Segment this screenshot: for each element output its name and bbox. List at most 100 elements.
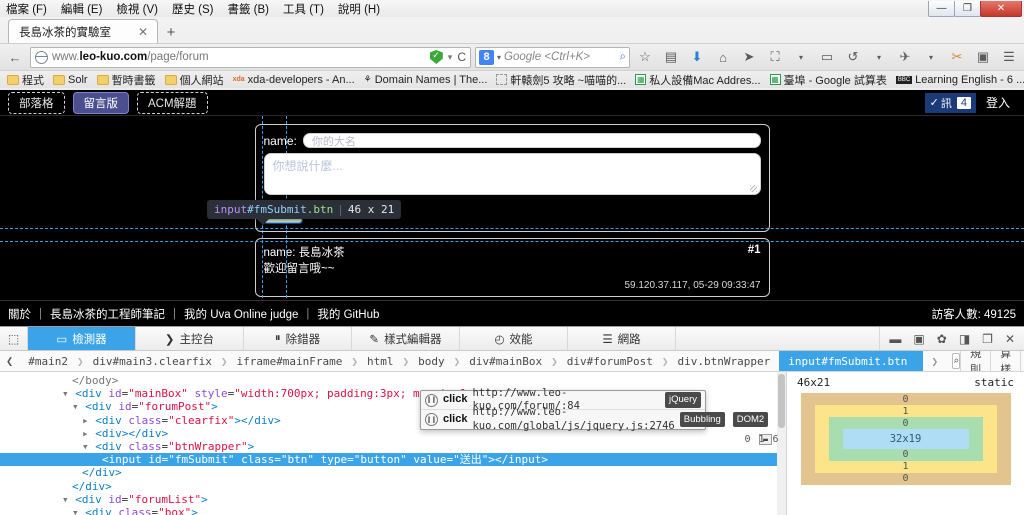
share-button[interactable]: ✓ 訊 4 <box>924 92 976 113</box>
clip-icon[interactable]: ⛶ <box>764 46 786 68</box>
resize-grip-icon[interactable] <box>749 185 757 192</box>
screenshot-icon[interactable]: ▣ <box>913 332 924 346</box>
event-listener-row[interactable]: ❙❙ click http://www.leo-kuo.com/global/j… <box>421 406 769 432</box>
close-icon[interactable]: ✕ <box>1005 332 1015 346</box>
pin-icon[interactable]: ✈ <box>894 46 916 68</box>
home-icon[interactable]: ⌂ <box>712 46 734 68</box>
bookmark-item[interactable]: 個人網站 <box>162 72 227 88</box>
markup-line-selected[interactable]: <input id="fmSubmit" class="btn" type="b… <box>0 453 786 467</box>
menu-item-file[interactable]: 檔案 (F) <box>6 1 47 17</box>
markup-line[interactable]: </div> <box>0 480 786 493</box>
browser-tab[interactable]: 長島冰茶的實驗室 ✕ <box>8 19 158 43</box>
download-icon[interactable]: ⬇ <box>686 46 708 68</box>
markup-line[interactable]: </body> <box>0 374 786 387</box>
close-window-button[interactable]: ✕ <box>980 1 1022 17</box>
bookmark-item[interactable]: 軒轅劍5 攻略 ~喵喵的... <box>493 72 629 88</box>
tab-console[interactable]: ❯ 主控台 <box>136 327 244 350</box>
border-bottom-value[interactable]: 1 <box>815 461 997 472</box>
tab-debugger[interactable]: ⏸ 除錯器 <box>244 327 352 350</box>
bookmark-item[interactable]: ▦ 私人設備Mac Addres... <box>632 72 763 88</box>
margin-top-value[interactable]: 0 <box>801 394 1011 405</box>
border-top-value[interactable]: 1 <box>815 406 997 417</box>
expand-icon[interactable]: ❙❙ <box>425 413 438 426</box>
tab-network[interactable]: ☰ 網路 <box>568 327 676 350</box>
breadcrumb-item-mainbox[interactable]: div#mainBox <box>460 351 551 371</box>
breadcrumb-item-mainframe[interactable]: iframe#mainFrame <box>227 351 351 371</box>
tab-rules[interactable]: 規則 <box>960 351 990 371</box>
breadcrumb-back-button[interactable]: ❮ <box>0 354 19 368</box>
responsive-design-icon[interactable]: ▬ <box>889 332 901 346</box>
search-input[interactable]: 8 ▾ Google <Ctrl+K> ⌕ <box>475 46 630 68</box>
border-left-value[interactable]: 1 <box>759 434 765 445</box>
margin-left-value[interactable]: 0 <box>745 434 751 445</box>
login-link[interactable]: 登入 <box>980 94 1016 111</box>
chat-icon[interactable]: ▭ <box>816 46 838 68</box>
margin-bottom-value[interactable]: 0 <box>801 473 1011 484</box>
footer-link-uva[interactable]: 我的 Uva Online judge <box>184 306 298 322</box>
expand-icon[interactable]: ❙❙ <box>425 393 438 407</box>
message-textarea[interactable]: 你想說什麼... <box>263 153 761 195</box>
bookmark-item[interactable]: Solr <box>50 74 91 86</box>
breadcrumb-item-main3[interactable]: div#main3.clearfix <box>84 351 221 371</box>
nav-tab-acm[interactable]: ACM解題 <box>137 91 208 114</box>
back-icon[interactable]: ← <box>4 46 26 68</box>
inspect-picker-icon[interactable]: ⬚ <box>0 327 28 350</box>
menu-item-view[interactable]: 檢視 (V) <box>116 1 158 17</box>
search-icon[interactable]: ⌕ <box>952 353 961 369</box>
search-icon[interactable]: ⌕ <box>620 51 626 64</box>
app-icon[interactable]: ▣ <box>972 46 994 68</box>
chevron-down-icon[interactable]: ▾ <box>448 52 453 63</box>
bookmark-item[interactable]: ⚘ Domain Names | The... <box>361 74 491 86</box>
address-bar[interactable]: www.leo-kuo.com/page/forum ▾ C <box>30 46 471 68</box>
padding-top-value[interactable]: 0 <box>829 418 983 429</box>
reader-icon[interactable]: ▤ <box>660 46 682 68</box>
chevron-down-icon[interactable]: ▾ <box>920 46 942 68</box>
padding-bottom-value[interactable]: 0 <box>829 449 983 460</box>
breadcrumb-item-btnwrapper[interactable]: div.btnWrapper <box>669 351 780 371</box>
tab-performance[interactable]: ◴ 效能 <box>460 327 568 350</box>
maximize-button[interactable]: ❐ <box>954 1 981 17</box>
breadcrumb-item-main2[interactable]: #main2 <box>19 351 77 371</box>
box-model-content[interactable]: 32x19 <box>842 429 969 449</box>
footer-link-github[interactable]: 我的 GitHub <box>317 306 379 322</box>
breadcrumb-item-body[interactable]: body <box>409 351 454 371</box>
footer-link-about[interactable]: 關於 <box>8 306 31 322</box>
bookmark-item[interactable]: 程式 <box>4 72 47 88</box>
menu-item-history[interactable]: 歷史 (S) <box>172 1 214 17</box>
menu-item-help[interactable]: 說明 (H) <box>338 1 380 17</box>
menu-item-tools[interactable]: 工具 (T) <box>283 1 324 17</box>
tab-inspector[interactable]: ▭ 檢測器 <box>28 327 136 350</box>
tab-fonts[interactable]: 字型 <box>1020 351 1024 371</box>
nav-tab-guestbook[interactable]: 留言版 <box>72 91 129 114</box>
tab-computed[interactable]: 計算樣式 <box>990 351 1020 371</box>
padding-left-value[interactable]: 6 <box>773 434 779 445</box>
tab-style-editor[interactable]: ✎ 樣式編輯器 <box>352 327 460 350</box>
markup-line[interactable]: ▾ <div class="btnWrapper"> <box>0 440 786 453</box>
menu-item-edit[interactable]: 編輯 (E) <box>61 1 103 17</box>
settings-gear-icon[interactable]: ✿ <box>937 332 947 346</box>
breadcrumb-item-fmsubmit[interactable]: input#fmSubmit.btn <box>779 351 924 371</box>
new-tab-button[interactable]: + <box>158 21 184 43</box>
send-icon[interactable]: ➤ <box>738 46 760 68</box>
markup-line[interactable]: </div> <box>0 466 786 479</box>
dock-side-icon[interactable]: ◨ <box>959 332 970 346</box>
bookmark-item[interactable]: xda xda-developers - An... <box>230 74 358 86</box>
breadcrumb-item-forumpost[interactable]: div#forumPost <box>558 351 662 371</box>
scrollbar-thumb[interactable] <box>778 374 785 428</box>
shield-icon[interactable] <box>429 50 443 64</box>
reload-icon[interactable]: C <box>457 50 466 64</box>
breadcrumb-more-button[interactable]: ❯ <box>923 355 946 368</box>
scissor-icon[interactable]: ✂ <box>946 46 968 68</box>
chevron-down-icon[interactable]: ▾ <box>868 46 890 68</box>
menu-icon[interactable]: ☰ <box>998 46 1020 68</box>
close-icon[interactable]: ✕ <box>135 25 151 39</box>
breadcrumb-item-html[interactable]: html <box>358 351 403 371</box>
nav-tab-blog[interactable]: 部落格 <box>8 91 65 114</box>
name-input[interactable]: 你的大名 <box>302 133 761 148</box>
bookmark-item[interactable]: ▦ 臺埠 - Google 試算表 <box>767 72 890 88</box>
undo-icon[interactable]: ↺ <box>842 46 864 68</box>
chevron-down-icon[interactable]: ▾ <box>790 46 812 68</box>
minimize-button[interactable]: — <box>928 1 955 17</box>
markup-view[interactable]: </body> ▾ <div id="mainBox" style="width… <box>0 372 786 515</box>
bookmark-item[interactable]: BBC Learning English - 6 ... <box>893 74 1024 86</box>
